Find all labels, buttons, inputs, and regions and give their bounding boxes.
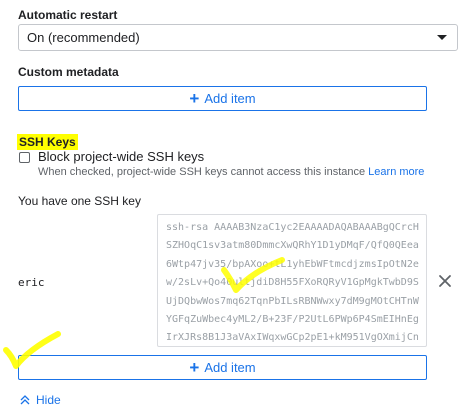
annotation-check-mark xyxy=(221,257,285,293)
plus-icon: + xyxy=(189,89,200,108)
ssh-key-count: You have one SSH key xyxy=(18,194,141,208)
ssh-key-line: ssh-rsa AAAAB3NzaC1yc2EAAAADAQABAAABgQCr… xyxy=(166,222,419,233)
automatic-restart-select[interactable]: On (recommended) xyxy=(18,24,458,51)
metadata-add-item-label: Add item xyxy=(204,91,256,106)
annotation-check-mark xyxy=(3,331,61,369)
ssh-key-user: eric xyxy=(18,276,45,289)
ssh-add-item-label: Add item xyxy=(204,360,256,375)
hide-toggle[interactable]: Hide xyxy=(20,393,61,407)
chevron-down-icon xyxy=(437,35,447,40)
automatic-restart-label: Automatic restart xyxy=(18,8,118,22)
hide-label: Hide xyxy=(36,393,61,407)
block-ssh-keys-checkbox[interactable] xyxy=(19,152,30,163)
ssh-key-line: 6Wtp47jv35/bpAXoo+tL1yhEbWFtmcdjzmsIpOtN… xyxy=(166,258,419,270)
block-ssh-keys-label[interactable]: Block project-wide SSH keys xyxy=(38,149,204,164)
ssh-key-line: w/2sLv+Qo40ultjdiD8H55FXoRQRyV1GpMgkTwbD… xyxy=(166,277,419,289)
close-icon[interactable] xyxy=(438,274,452,288)
custom-metadata-label: Custom metadata xyxy=(18,65,119,79)
ssh-key-line: YGFqZuWbec4yML2/B+23F/P2UtL6PWp6P4SmEIHn… xyxy=(166,314,419,326)
block-ssh-keys-help: When checked, project-wide SSH keys cann… xyxy=(38,166,424,178)
ssh-key-line: IrXJRs8B1J3aVAxIWqxwGCp2pE1+kM951VgOXmij… xyxy=(166,332,419,344)
learn-more-link[interactable]: Learn more xyxy=(368,166,424,178)
ssh-add-item-button[interactable]: + Add item xyxy=(18,355,427,380)
ssh-key-line: SZHOqC1sv3atm80DmmcXwQRhY1D1yDMqF/QfQ0QE… xyxy=(166,240,419,252)
ssh-key-line: UjDQbwWos7mq62TqnPbILsRBNWwxy7dM9gMOtCHT… xyxy=(166,295,419,307)
plus-icon: + xyxy=(189,358,200,377)
block-ssh-keys-help-text: When checked, project-wide SSH keys cann… xyxy=(38,166,366,178)
automatic-restart-value: On (recommended) xyxy=(27,30,140,45)
metadata-add-item-button[interactable]: + Add item xyxy=(18,86,427,111)
ssh-keys-heading: SSH Keys xyxy=(17,134,78,150)
ssh-key-textarea[interactable]: ssh-rsa AAAAB3NzaC1yc2EAAAADAQABAAABgQCr… xyxy=(157,214,427,347)
chevron-up-icon xyxy=(20,395,30,405)
